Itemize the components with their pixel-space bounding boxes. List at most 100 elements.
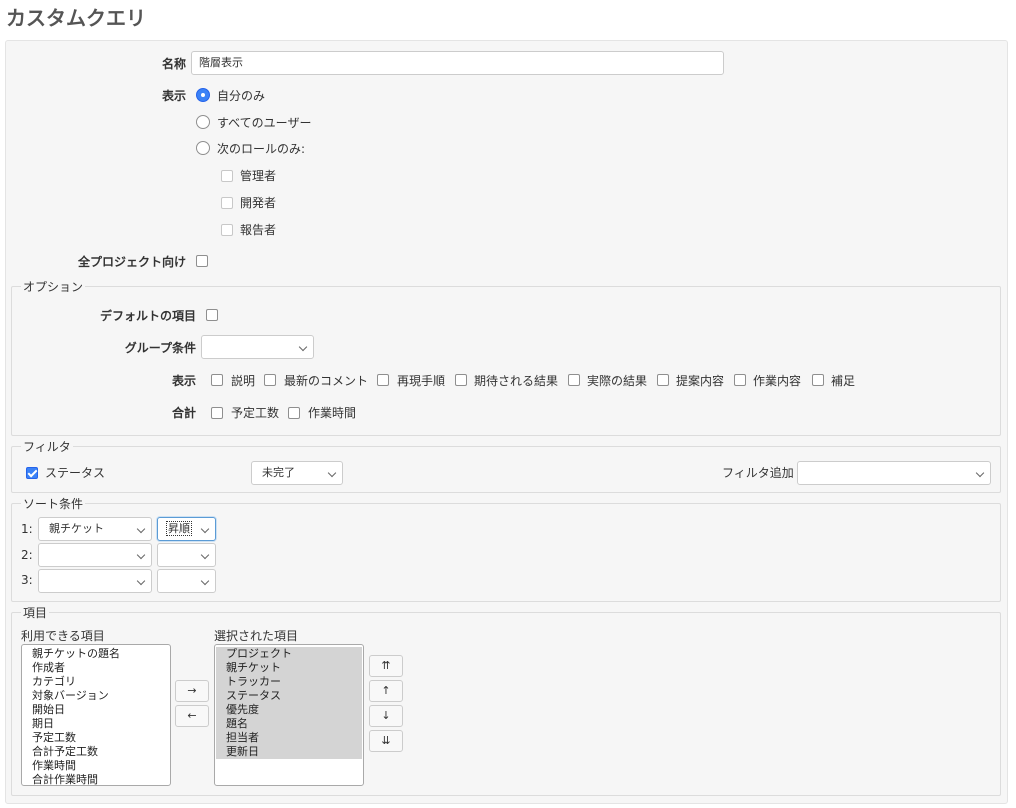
role-label-developer: 開発者 [240,196,277,210]
visibility-option-roles: 次のロールのみ: [217,142,306,156]
sort-order-value-1: 昇順 [166,521,192,536]
name-input[interactable]: 階層表示 [191,51,724,75]
chevron-down-icon [327,468,337,478]
list-item[interactable]: 対象バージョン [22,689,170,703]
role-checkbox-developer[interactable] [221,197,233,209]
chevron-down-icon [136,524,146,534]
filter-legend: フィルタ [21,438,73,455]
show-item-expected: 期待される結果 [474,374,559,388]
list-item[interactable]: プロジェクト [216,647,362,661]
show-label: 表示 [171,374,196,388]
chevron-down-icon [298,342,308,352]
show-checkbox-proposal[interactable] [657,374,669,386]
list-item[interactable]: 作成者 [22,661,170,675]
list-item[interactable]: ステータス [216,689,362,703]
page-title: カスタムクエリ [6,6,146,30]
list-item[interactable]: 作業時間 [22,759,170,773]
list-item[interactable]: カテゴリ [22,675,170,689]
name-label: 名称 [161,57,186,71]
visibility-radio-roles[interactable] [196,141,210,155]
move-top-button[interactable]: ⇈ [369,655,403,677]
show-item-steps: 再現手順 [397,374,446,388]
options-legend: オプション [21,278,86,295]
totals-checkbox-spent[interactable] [288,407,300,419]
sort-legend: ソート条件 [21,495,86,512]
show-checkbox-actual[interactable] [568,374,580,386]
chevron-down-icon [200,524,210,534]
sort-field-select-1[interactable]: 親チケット [38,517,152,541]
list-item[interactable]: 担当者 [216,731,362,745]
move-right-button[interactable]: → [175,680,209,702]
available-columns-list[interactable]: 親チケットの題名 作成者 カテゴリ 対象バージョン 開始日 期日 予定工数 合計… [21,644,171,786]
list-item[interactable]: 合計作業時間 [22,773,170,785]
show-item-description: 説明 [231,374,256,388]
sort-index-1: 1: [21,522,33,536]
totals-label: 合計 [171,406,196,420]
show-checkbox-expected[interactable] [455,374,467,386]
list-item[interactable]: 合計予定工数 [22,745,170,759]
filter-status-operator-select[interactable]: 未完了 [251,461,343,485]
list-item[interactable]: 開始日 [22,703,170,717]
group-by-label: グループ条件 [124,341,196,355]
selected-columns-list[interactable]: プロジェクト 親チケット トラッカー ステータス 優先度 題名 担当者 更新日 [214,644,364,786]
show-checkbox-supplement[interactable] [812,374,824,386]
show-checkbox-last-note[interactable] [264,374,276,386]
visibility-radio-all[interactable] [196,115,210,129]
filter-status-checkbox[interactable] [26,467,38,479]
sort-field-select-2[interactable] [38,543,152,567]
all-projects-checkbox[interactable] [196,255,208,267]
sort-index-2: 2: [21,548,33,562]
list-item[interactable]: 親チケット [216,661,362,675]
visibility-label: 表示 [161,89,186,103]
sort-field-select-3[interactable] [38,569,152,593]
list-item[interactable]: 親チケットの題名 [22,647,170,661]
sort-order-select-2[interactable] [157,543,216,567]
sort-order-select-1[interactable]: 昇順 [157,517,216,541]
default-columns-label: デフォルトの項目 [99,309,196,323]
totals-checkbox-estimated[interactable] [211,407,223,419]
totals-item-spent: 作業時間 [308,406,357,420]
visibility-option-me: 自分のみ [217,89,266,103]
chevron-down-icon [975,468,985,478]
list-item[interactable]: 優先度 [216,703,362,717]
default-columns-checkbox[interactable] [206,309,218,321]
sort-field-value-1: 親チケット [49,522,104,535]
totals-item-estimated: 予定工数 [231,406,280,420]
list-item[interactable]: 予定工数 [22,731,170,745]
show-item-proposal: 提案内容 [676,374,725,388]
role-label-reporter: 報告者 [240,223,277,237]
move-bottom-button[interactable]: ⇊ [369,730,403,752]
show-item-work: 作業内容 [753,374,802,388]
add-filter-label: フィルタ追加 [722,466,794,480]
sort-order-select-3[interactable] [157,569,216,593]
role-checkbox-reporter[interactable] [221,224,233,236]
show-item-supplement: 補足 [831,374,856,388]
add-filter-select[interactable] [797,461,991,485]
move-up-button[interactable]: ↑ [369,680,403,702]
visibility-option-all: すべてのユーザー [217,116,312,130]
show-item-last-note: 最新のコメント [284,374,369,388]
group-by-select[interactable] [201,335,314,359]
all-projects-label: 全プロジェクト向け [77,255,186,269]
list-item[interactable]: 更新日 [216,745,362,759]
list-item[interactable]: 期日 [22,717,170,731]
chevron-down-icon [200,576,210,586]
move-left-button[interactable]: ← [175,705,209,727]
filter-status-operator-value: 未完了 [262,466,295,479]
sort-index-3: 3: [21,573,33,587]
available-columns-label: 利用できる項目 [21,629,105,643]
selected-columns-label: 選択された項目 [214,629,299,643]
show-item-actual: 実際の結果 [587,374,648,388]
role-label-manager: 管理者 [240,169,277,183]
chevron-down-icon [200,550,210,560]
show-checkbox-description[interactable] [211,374,223,386]
chevron-down-icon [136,576,146,586]
chevron-down-icon [136,550,146,560]
show-checkbox-steps[interactable] [377,374,389,386]
role-checkbox-manager[interactable] [221,170,233,182]
list-item[interactable]: 題名 [216,717,362,731]
list-item[interactable]: トラッカー [216,675,362,689]
move-down-button[interactable]: ↓ [369,705,403,727]
visibility-radio-me[interactable] [196,88,210,102]
show-checkbox-work[interactable] [734,374,746,386]
